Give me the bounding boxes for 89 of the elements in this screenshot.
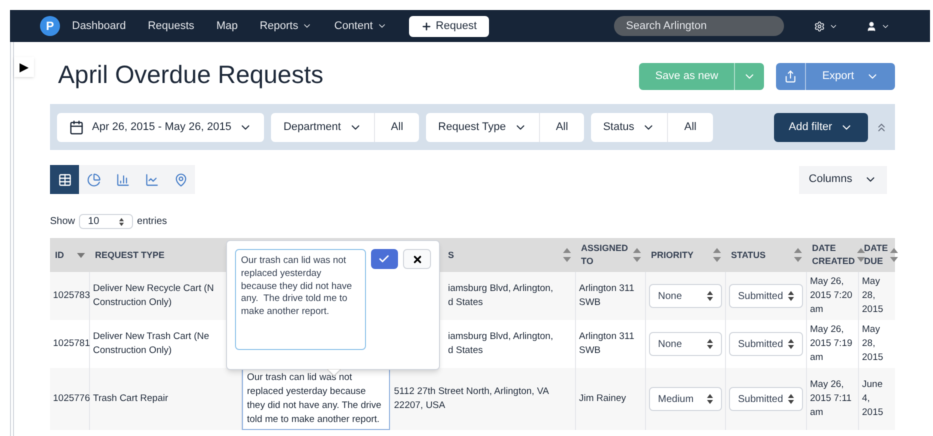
sort-descending-icon[interactable] xyxy=(77,252,85,258)
share-button[interactable] xyxy=(776,62,806,90)
table-cell-text: May 26, 2015 7:11 am xyxy=(810,378,853,420)
table-cell-text: May 26, 2015 7:20 am xyxy=(810,275,854,317)
cancel-button[interactable] xyxy=(403,249,431,269)
column-header[interactable]: PRIORITY xyxy=(651,248,694,262)
table-cell-text: Jim Rainey xyxy=(579,392,626,406)
plus-icon xyxy=(420,20,432,32)
sort-icon[interactable] xyxy=(563,248,571,262)
sort-icon[interactable] xyxy=(794,248,802,262)
select-field[interactable]: None xyxy=(649,284,722,308)
up-down-arrows-icon xyxy=(788,291,794,301)
table-cell-text: d States xyxy=(448,296,483,310)
check-icon xyxy=(378,253,390,265)
new-request-button[interactable]: Request xyxy=(408,16,489,36)
filter-value[interactable]: All xyxy=(540,112,584,142)
column-header[interactable]: STATUS xyxy=(731,248,766,262)
map-pin-icon[interactable] xyxy=(166,165,195,194)
nav-link[interactable]: Reports xyxy=(260,18,312,34)
nav-link[interactable]: Map xyxy=(216,18,238,34)
table-cell: iamsburg Blvd, Arlington, xyxy=(448,330,554,344)
select-field[interactable]: None xyxy=(649,332,722,356)
column-header[interactable]: S xyxy=(448,248,454,262)
sort-icon[interactable] xyxy=(856,248,865,262)
table-cell-text: Arlington 311 SWB xyxy=(579,330,636,358)
up-down-arrows-icon xyxy=(707,291,713,301)
select-field[interactable]: Medium xyxy=(649,387,722,411)
table-cell: Deliver New Recycle Cart (N xyxy=(93,282,214,296)
filter-value[interactable]: All xyxy=(668,112,712,142)
page-title: April Overdue Requests xyxy=(58,60,324,92)
up-down-arrows-icon xyxy=(119,218,124,226)
settings-icon xyxy=(814,20,825,32)
entries-label: entries xyxy=(137,215,168,229)
table-cell-text: d States xyxy=(448,344,483,358)
table-cell-text: 1025776 xyxy=(53,392,90,406)
up-down-arrows-icon xyxy=(788,339,794,349)
select-field[interactable]: Submitted xyxy=(729,284,803,308)
nav-link[interactable]: Content xyxy=(334,18,387,34)
sort-icon[interactable] xyxy=(890,248,898,262)
table-cell-text: 1025781 xyxy=(53,336,90,351)
table-cell: iamsburg Blvd, Arlington, xyxy=(448,282,554,296)
settings-menu[interactable] xyxy=(814,20,838,32)
table-cell-text: June 4, 2015 xyxy=(862,378,884,420)
up-down-arrows-icon xyxy=(707,339,713,349)
table-cell: Deliver New Trash Cart (Ne xyxy=(93,330,210,344)
description-textarea[interactable]: Our trash can lid was not replaced yesterday because they did not have any. The drive told me to make another report. xyxy=(235,249,366,350)
table-cell-text: May 28, 2015 xyxy=(862,323,884,365)
column-header[interactable]: ID xyxy=(55,248,64,262)
editable-cell[interactable]: Our trash can lid was not replaced yesterday because they did not have any. The drive told me to make another report. xyxy=(242,368,390,430)
table-cell-text: May 26, 2015 7:19 am xyxy=(810,323,854,365)
calendar-icon xyxy=(69,120,84,134)
column-header[interactable]: DATE DUE xyxy=(864,242,888,268)
confirm-button[interactable] xyxy=(370,249,398,269)
filter-dropdown[interactable]: Department xyxy=(271,112,375,142)
save-dropdown-button[interactable] xyxy=(734,62,764,90)
nav-link[interactable]: Dashboard xyxy=(72,18,126,34)
search-field[interactable]: Search Arlington xyxy=(614,16,784,36)
columns-button[interactable]: Columns xyxy=(799,166,887,194)
table-cell-text: Construction Only) xyxy=(93,344,172,358)
page-size-select[interactable]: 10 xyxy=(79,214,134,229)
up-down-arrows-icon xyxy=(788,394,794,404)
table-cell-text: Construction Only) xyxy=(93,296,172,310)
filter-dropdown[interactable]: Request Type xyxy=(426,112,540,142)
table-cell-text: May 28, 2015 xyxy=(862,275,884,317)
table-cell-text: 1025783 xyxy=(53,288,90,303)
nav-link[interactable]: Requests xyxy=(148,18,194,34)
close-icon xyxy=(412,254,423,264)
filter-dropdown[interactable]: Status xyxy=(591,112,668,142)
pie-chart-icon[interactable] xyxy=(79,165,108,194)
share-icon xyxy=(784,70,798,82)
select-field[interactable]: Submitted xyxy=(729,387,803,411)
sort-icon[interactable] xyxy=(713,248,721,262)
show-label: Show xyxy=(50,215,76,229)
table-cell-text: 5112 27th Street North, Arlington, VA 22207, USA xyxy=(394,384,550,413)
sort-icon[interactable] xyxy=(633,248,641,262)
user-menu[interactable] xyxy=(866,20,890,32)
date-range-dropdown[interactable]: Apr 26, 2015 - May 26, 2015 xyxy=(57,112,264,142)
column-header[interactable]: DATE CREATED xyxy=(812,242,855,268)
add-filter-button[interactable]: Add filter xyxy=(774,112,868,142)
column-header[interactable]: REQUEST TYPE xyxy=(95,248,165,262)
sidebar-toggle[interactable]: ▶ xyxy=(14,57,34,77)
filter-value[interactable]: All xyxy=(374,112,420,142)
table-icon[interactable] xyxy=(50,165,79,194)
table-cell-text: Trash Cart Repair xyxy=(93,392,168,406)
table-cell-text: Arlington 311 SWB xyxy=(579,282,636,310)
select-field[interactable]: Submitted xyxy=(729,332,803,356)
user-icon xyxy=(866,20,877,32)
column-header[interactable]: ASSIGNED TO xyxy=(581,242,631,268)
up-down-arrows-icon xyxy=(707,394,713,404)
